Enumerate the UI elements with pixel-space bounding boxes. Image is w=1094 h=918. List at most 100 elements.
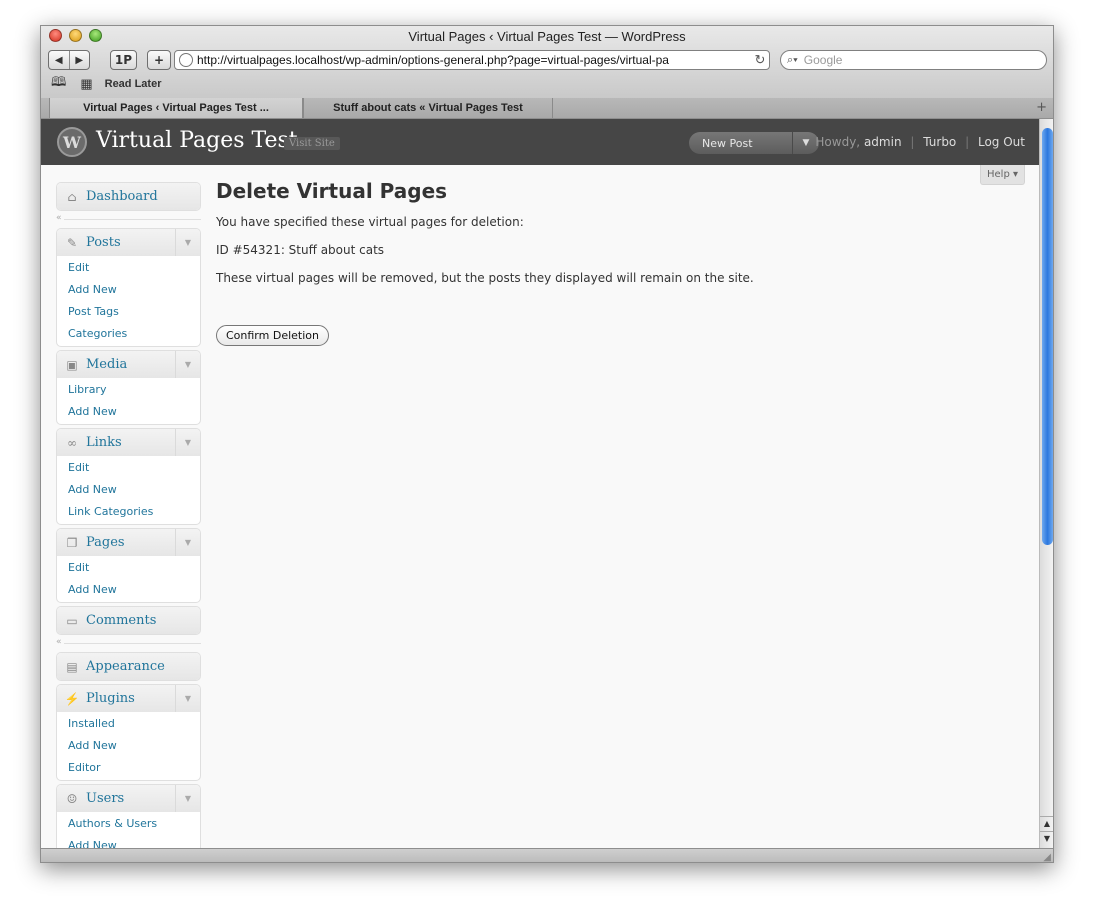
howdy-text: Howdy,: [815, 135, 861, 149]
site-title: Virtual Pages Test: [96, 128, 298, 153]
menu-item-pages[interactable]: ❐ Pages ▼: [57, 529, 200, 556]
tab-stuff-about-cats[interactable]: Stuff about cats « Virtual Pages Test: [303, 98, 553, 118]
menu-separator: «: [56, 213, 201, 225]
page-title: Delete Virtual Pages: [216, 179, 448, 203]
toggle-arrow-icon[interactable]: ▼: [175, 685, 200, 712]
menu-item-users[interactable]: ☺ Users ▼: [57, 785, 200, 812]
menu-label[interactable]: Comments: [86, 613, 156, 628]
toggle-arrow-icon[interactable]: ▼: [175, 785, 200, 812]
collapse-icon[interactable]: «: [56, 637, 62, 647]
browser-toolbar: Virtual Pages ‹ Virtual Pages Test — Wor…: [41, 26, 1053, 99]
intro-text: You have specified these virtual pages f…: [216, 215, 524, 229]
submenu-item[interactable]: Add New: [57, 279, 200, 301]
menu-links: ∞ Links ▼ Edit Add New Link Categories: [56, 428, 201, 525]
menu-item-appearance[interactable]: ▤ Appearance: [57, 653, 200, 680]
chain-link-icon: ∞: [67, 435, 77, 450]
menu-pages: ❐ Pages ▼ Edit Add New: [56, 528, 201, 603]
back-forward-buttons: ◀ ▶: [48, 50, 90, 70]
submenu-item[interactable]: Add New: [57, 735, 200, 757]
tab-bar: Virtual Pages ‹ Virtual Pages Test ... S…: [41, 98, 1053, 119]
address-bar[interactable]: http://virtualpages.localhost/wp-admin/o…: [174, 50, 770, 70]
submenu-item[interactable]: Edit: [57, 557, 200, 579]
window-layout-icon: ▤: [66, 659, 78, 674]
toggle-arrow-icon[interactable]: ▼: [175, 229, 200, 256]
camera-icon: ▣: [66, 357, 78, 372]
new-tab-icon[interactable]: +: [1036, 100, 1047, 115]
read-later-link[interactable]: Read Later: [105, 78, 162, 90]
tab-virtual-pages[interactable]: Virtual Pages ‹ Virtual Pages Test ...: [49, 98, 303, 118]
search-field[interactable]: ⌕▾ Google: [780, 50, 1047, 70]
menu-item-dashboard[interactable]: ⌂ Dashboard: [57, 183, 200, 210]
note-text: These virtual pages will be removed, but…: [216, 271, 754, 285]
user-link[interactable]: admin: [864, 135, 902, 149]
menu-appearance: ▤ Appearance: [56, 652, 201, 681]
pages-icon: ❐: [66, 535, 78, 550]
grid-icon[interactable]: ▦: [80, 76, 92, 92]
submenu-item[interactable]: Link Categories: [57, 501, 200, 523]
menu-plugins: ⚡ Plugins ▼ Installed Add New Editor: [56, 684, 201, 781]
wordpress-logo-icon: W: [57, 127, 87, 157]
menu-label[interactable]: Media: [86, 357, 127, 372]
submenu-item[interactable]: Editor: [57, 757, 200, 779]
vertical-scrollbar[interactable]: ▲ ▼: [1039, 119, 1053, 848]
separator: |: [965, 135, 970, 149]
submenu-item[interactable]: Categories: [57, 323, 200, 345]
onepassword-button[interactable]: 1P: [110, 50, 137, 70]
turbo-link[interactable]: Turbo: [923, 135, 956, 149]
menu-label[interactable]: Dashboard: [86, 189, 158, 204]
menu-label[interactable]: Appearance: [86, 659, 165, 674]
menu-label[interactable]: Pages: [86, 535, 125, 550]
admin-menu: ⌂ Dashboard « ✎ Posts ▼ Edit Add New Pos…: [56, 182, 201, 848]
resize-grip-icon[interactable]: ◢: [1043, 852, 1051, 862]
submenu-item[interactable]: Library: [57, 379, 200, 401]
menu-posts: ✎ Posts ▼ Edit Add New Post Tags Categor…: [56, 228, 201, 347]
menu-label[interactable]: Plugins: [86, 691, 135, 706]
menu-users: ☺ Users ▼ Authors & Users Add New: [56, 784, 201, 848]
menu-item-posts[interactable]: ✎ Posts ▼: [57, 229, 200, 256]
virtual-page-item: ID #54321: Stuff about cats: [216, 243, 385, 257]
menu-label[interactable]: Posts: [86, 235, 121, 250]
back-button[interactable]: ◀: [49, 51, 70, 69]
scroll-down-arrow-icon[interactable]: ▼: [1040, 831, 1053, 845]
visit-site-button[interactable]: Visit Site: [284, 137, 340, 150]
forward-button[interactable]: ▶: [70, 51, 90, 69]
scroll-thumb[interactable]: [1042, 128, 1053, 545]
submenu-item[interactable]: Add New: [57, 479, 200, 501]
submenu-item[interactable]: Installed: [57, 713, 200, 735]
search-placeholder: Google: [803, 53, 843, 67]
menu-label[interactable]: Users: [86, 791, 124, 806]
page-content: W Virtual Pages Test Visit Site New Post…: [41, 119, 1039, 848]
speech-bubble-icon: ▭: [66, 613, 78, 628]
submenu-item[interactable]: Authors & Users: [57, 813, 200, 835]
menu-label[interactable]: Links: [86, 435, 122, 450]
separator: |: [910, 135, 915, 149]
submenu-item[interactable]: Add New: [57, 835, 200, 848]
log-out-link[interactable]: Log Out: [978, 135, 1025, 149]
url-text[interactable]: http://virtualpages.localhost/wp-admin/o…: [197, 53, 751, 67]
scroll-up-arrow-icon[interactable]: ▲: [1040, 816, 1053, 830]
new-post-label[interactable]: New Post: [689, 137, 792, 150]
collapse-icon[interactable]: «: [56, 213, 62, 223]
toggle-arrow-icon[interactable]: ▼: [175, 529, 200, 556]
menu-item-links[interactable]: ∞ Links ▼: [57, 429, 200, 456]
submenu-item[interactable]: Add New: [57, 401, 200, 423]
menu-item-media[interactable]: ▣ Media ▼: [57, 351, 200, 378]
confirm-deletion-button[interactable]: Confirm Deletion: [216, 325, 329, 346]
add-bookmark-button[interactable]: +: [147, 50, 171, 70]
magnifier-icon: ⌕▾: [787, 53, 798, 66]
pushpin-icon: ✎: [66, 235, 78, 250]
bookmarks-bar: 🕮 ▦ Read Later: [51, 74, 161, 94]
menu-item-comments[interactable]: ▭ Comments: [57, 607, 200, 634]
open-book-icon[interactable]: 🕮: [51, 73, 66, 95]
menu-item-plugins[interactable]: ⚡ Plugins ▼: [57, 685, 200, 712]
browser-window: Virtual Pages ‹ Virtual Pages Test — Wor…: [40, 25, 1054, 863]
toggle-arrow-icon[interactable]: ▼: [175, 351, 200, 378]
submenu-item[interactable]: Edit: [57, 257, 200, 279]
submenu-item[interactable]: Post Tags: [57, 301, 200, 323]
toggle-arrow-icon[interactable]: ▼: [175, 429, 200, 456]
submenu-item[interactable]: Add New: [57, 579, 200, 601]
submenu-item[interactable]: Edit: [57, 457, 200, 479]
new-post-dropdown[interactable]: New Post ▼: [689, 132, 819, 154]
submenu-users: Authors & Users Add New: [57, 812, 200, 848]
reload-icon[interactable]: ↻: [751, 52, 769, 68]
